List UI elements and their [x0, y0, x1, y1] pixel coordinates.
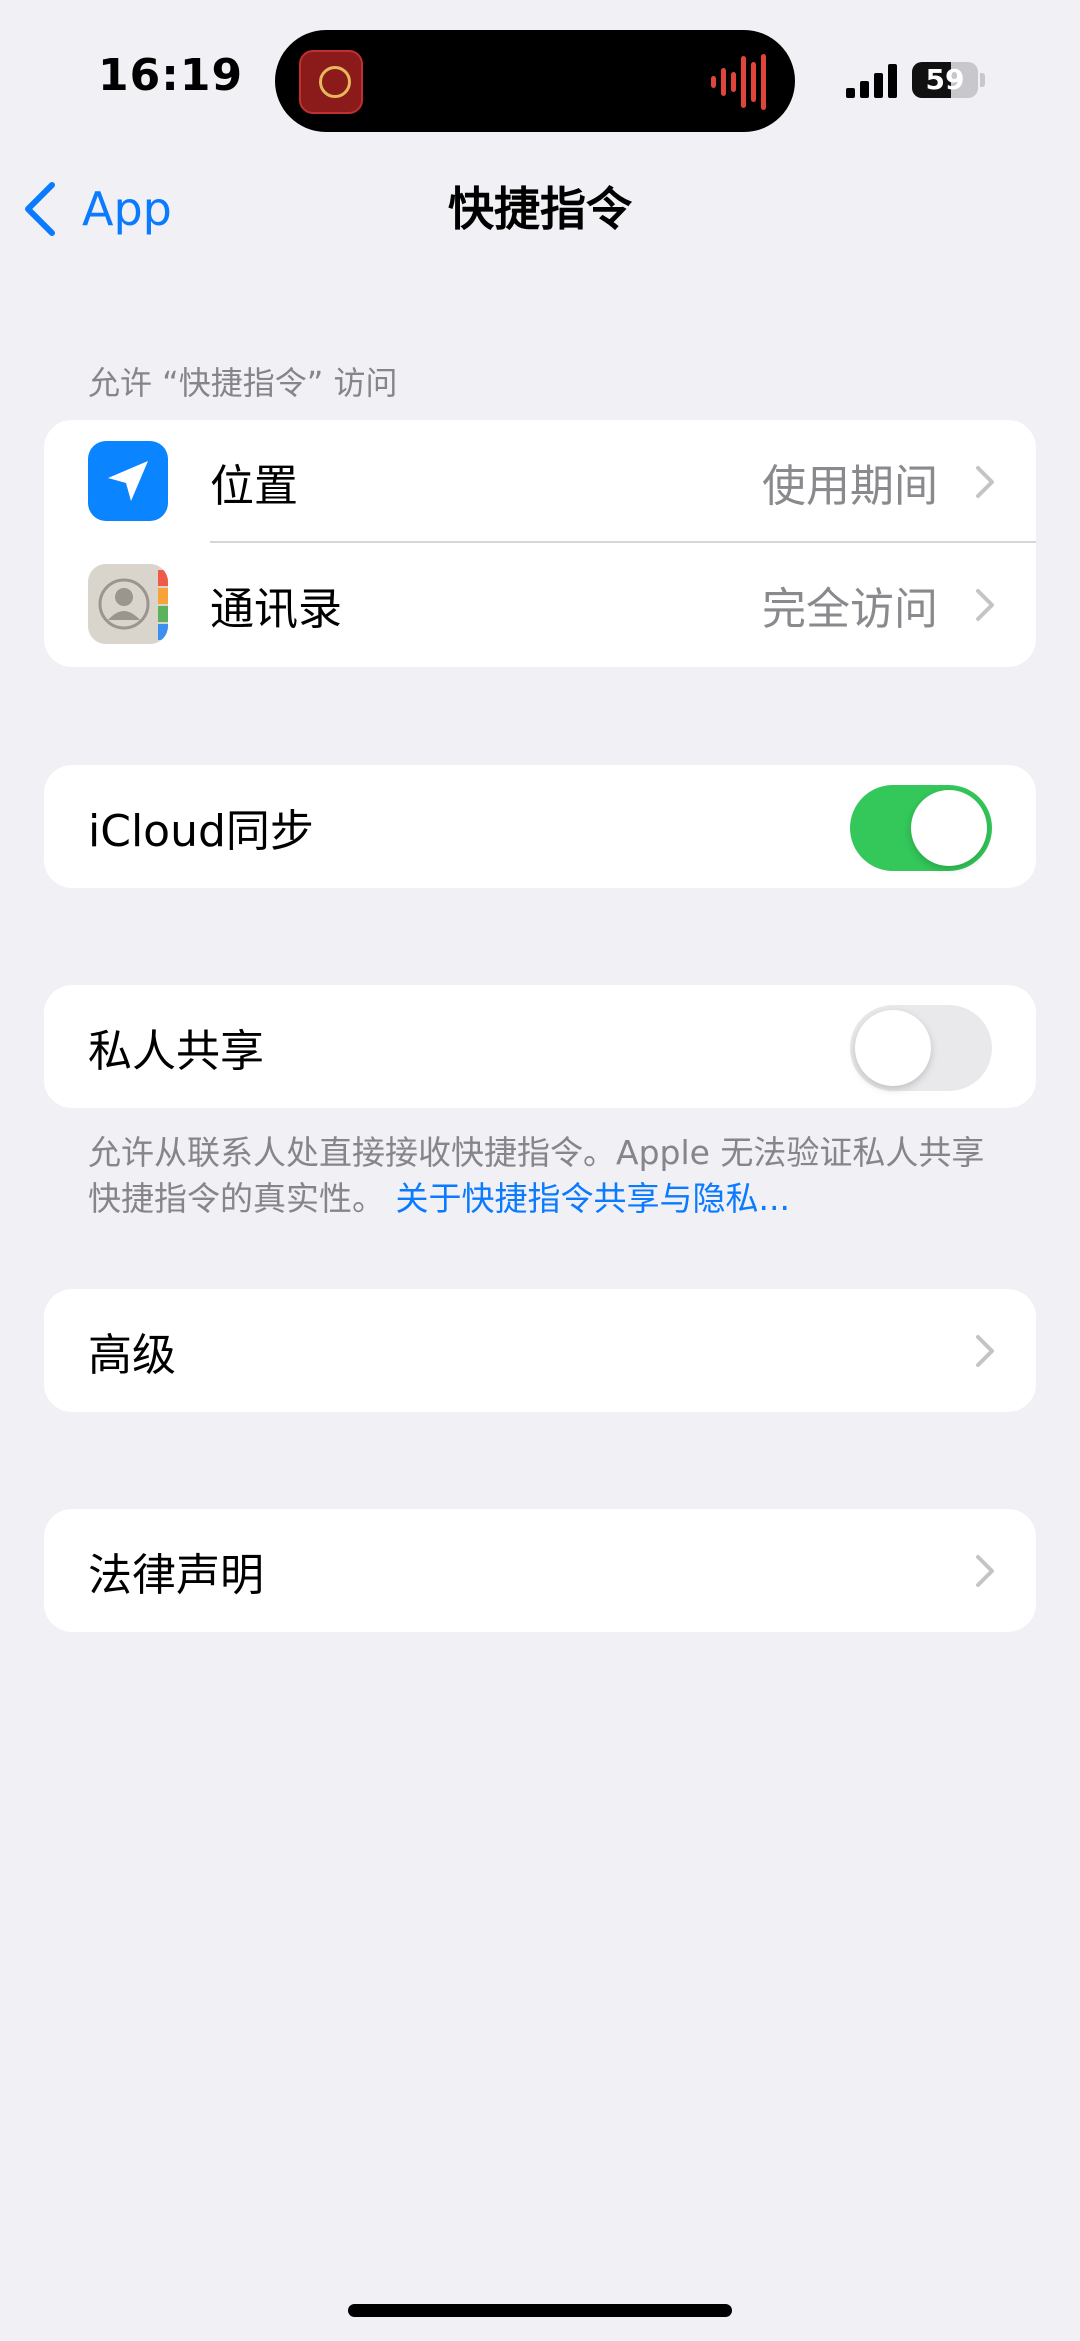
advanced-label: 高级 [88, 1329, 176, 1381]
home-indicator[interactable] [348, 2304, 732, 2317]
back-button[interactable]: App [20, 176, 172, 242]
private-sharing-row: 私人共享 [44, 985, 1036, 1108]
location-value: 使用期间 [762, 460, 938, 512]
chevron-right-icon [976, 465, 994, 498]
permissions-group: 位置 使用期间 通讯录 完全访问 [44, 420, 1036, 667]
private-sharing-group: 私人共享 [44, 985, 1036, 1108]
advanced-row[interactable]: 高级 [44, 1289, 1036, 1412]
contacts-label: 通讯录 [210, 583, 342, 635]
recording-waveform-icon [711, 54, 766, 110]
private-sharing-toggle[interactable] [850, 1005, 992, 1091]
private-sharing-footer: 允许从联系人处直接接收快捷指令。Apple 无法验证私人共享快捷指令的真实性。 … [88, 1130, 998, 1222]
legal-row[interactable]: 法律声明 [44, 1509, 1036, 1632]
location-row[interactable]: 位置 使用期间 [44, 420, 1036, 543]
location-arrow-icon [88, 441, 168, 521]
signal-icon [846, 64, 897, 98]
chevron-left-icon [25, 182, 55, 236]
toggle-knob [911, 790, 987, 866]
legal-label: 法律声明 [88, 1549, 264, 1601]
icloud-sync-group: iCloud同步 [44, 765, 1036, 888]
contacts-icon [88, 564, 168, 644]
battery-level: 59 [925, 63, 965, 96]
legal-group: 法律声明 [44, 1509, 1036, 1632]
dynamic-island[interactable] [275, 30, 795, 132]
chevron-right-icon [976, 1554, 994, 1587]
icloud-sync-toggle[interactable] [850, 785, 992, 871]
live-activity-app-icon [299, 50, 363, 114]
battery-icon: 59 [912, 62, 978, 98]
back-button-label: App [82, 182, 172, 236]
advanced-group: 高级 [44, 1289, 1036, 1412]
chevron-right-icon [976, 588, 994, 621]
toggle-knob [855, 1010, 931, 1086]
location-label: 位置 [210, 460, 298, 512]
icloud-sync-row: iCloud同步 [44, 765, 1036, 888]
icloud-sync-label: iCloud同步 [88, 805, 314, 857]
contacts-value: 完全访问 [762, 583, 938, 635]
privacy-link[interactable]: 关于快捷指令共享与隐私... [396, 1179, 790, 1218]
permissions-section-header: 允许 “快捷指令” 访问 [88, 364, 398, 402]
status-bar: 16:19 59 [0, 0, 1080, 150]
chevron-right-icon [976, 1334, 994, 1367]
battery-tip [980, 73, 985, 87]
private-sharing-label: 私人共享 [88, 1025, 264, 1077]
contacts-row[interactable]: 通讯录 完全访问 [44, 543, 1036, 666]
status-time: 16:19 [98, 50, 244, 101]
